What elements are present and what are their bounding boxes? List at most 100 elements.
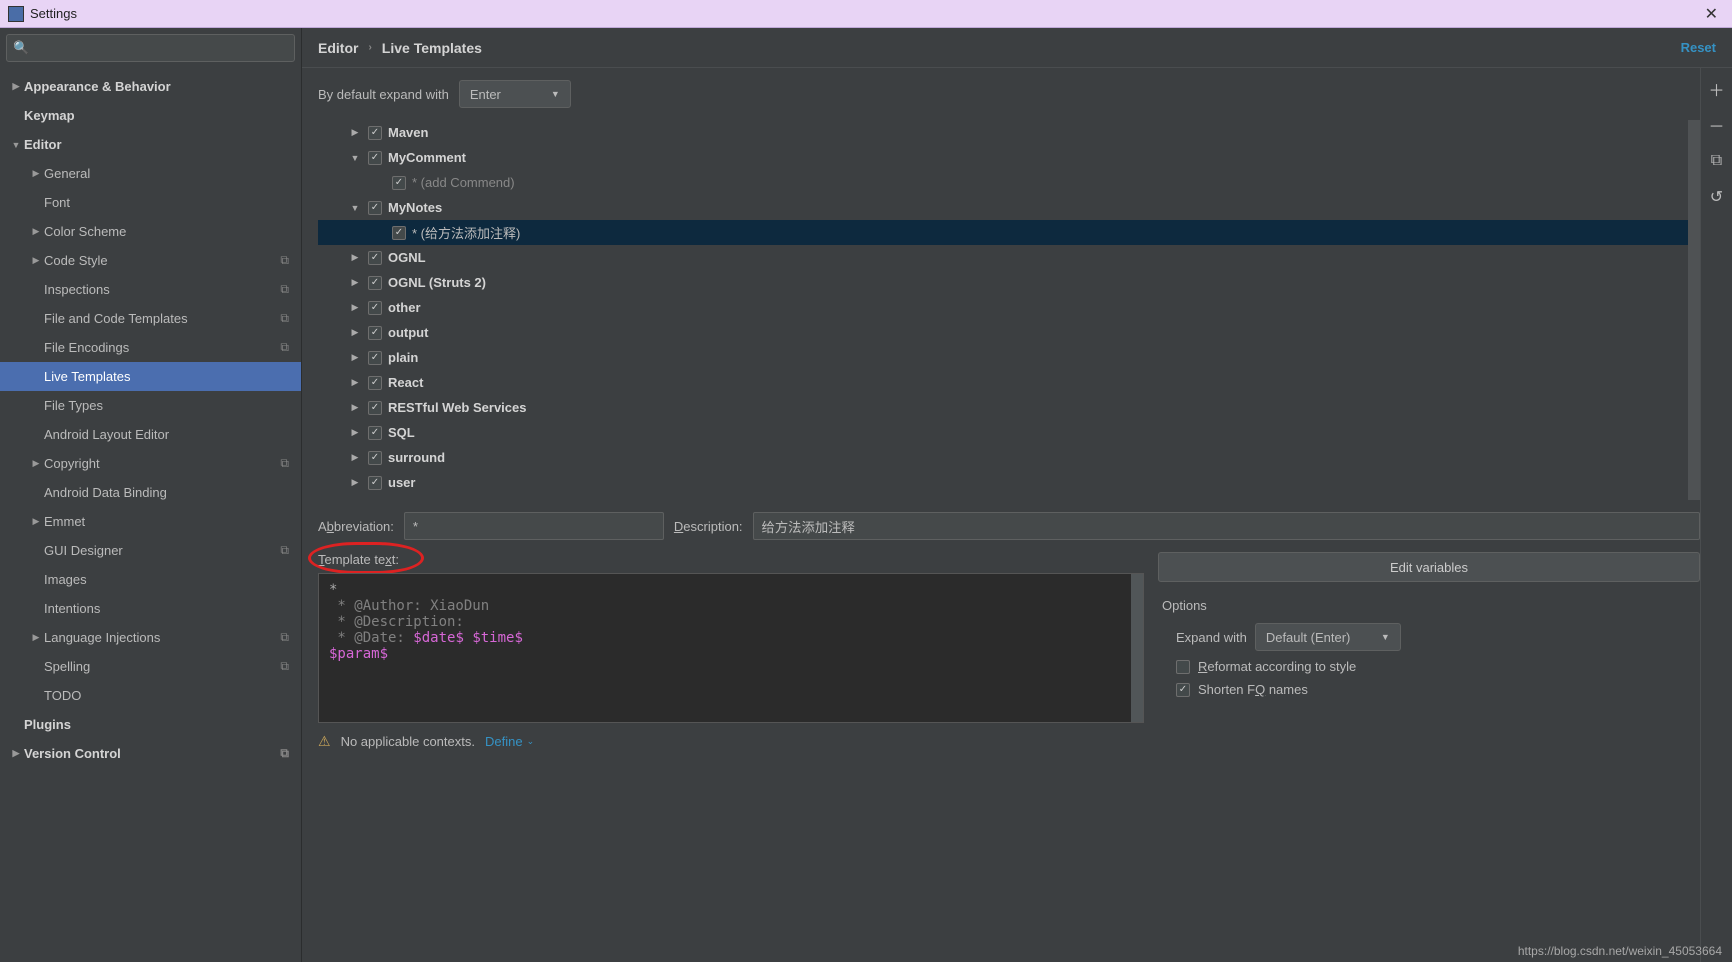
template-label: MyComment: [388, 150, 466, 165]
template-checkbox[interactable]: ✓: [368, 251, 382, 265]
sidebar-item-label: Color Scheme: [44, 224, 126, 239]
abbreviation-input[interactable]: [404, 512, 664, 540]
template-row[interactable]: ▼ ✓ MyNotes: [318, 195, 1688, 220]
expand-dropdown[interactable]: Enter ▼: [459, 80, 571, 108]
sidebar-item[interactable]: ▶Version Control⧉: [0, 739, 301, 768]
template-label: * (给方法添加注释): [412, 223, 520, 242]
template-checkbox[interactable]: ✓: [368, 476, 382, 490]
template-checkbox[interactable]: ✓: [368, 326, 382, 340]
template-row[interactable]: ▶✓output: [318, 320, 1688, 345]
template-row[interactable]: ▶✓RESTful Web Services: [318, 395, 1688, 420]
sidebar-item[interactable]: ▶Appearance & Behavior: [0, 72, 301, 101]
template-label: MyNotes: [388, 200, 442, 215]
sidebar-item[interactable]: File Types: [0, 391, 301, 420]
sidebar-item-label: Font: [44, 195, 70, 210]
sidebar-item-label: File and Code Templates: [44, 311, 188, 326]
template-checkbox[interactable]: ✓: [368, 301, 382, 315]
copy-icon: ⧉: [280, 456, 289, 471]
template-text-editor[interactable]: * * @Author: XiaoDun * @Description: * @…: [318, 573, 1144, 723]
sidebar-item[interactable]: ▶General: [0, 159, 301, 188]
template-checkbox[interactable]: ✓: [392, 176, 406, 190]
restore-button[interactable]: ↺: [1706, 186, 1728, 208]
sidebar-item-label: Intentions: [44, 601, 100, 616]
triangle-icon: ▶: [348, 402, 362, 413]
template-row[interactable]: ▶✓OGNL: [318, 245, 1688, 270]
sidebar-item-label: Editor: [24, 137, 62, 152]
sidebar-item[interactable]: GUI Designer⧉: [0, 536, 301, 565]
template-row[interactable]: ▶✓Maven: [318, 120, 1688, 145]
scrollbar[interactable]: [1688, 120, 1700, 500]
expand-with-dropdown[interactable]: Default (Enter) ▼: [1255, 623, 1401, 651]
crumb-leaf: Live Templates: [382, 40, 482, 56]
edit-variables-button[interactable]: EEdit variablesdit variables: [1158, 552, 1700, 582]
template-row[interactable]: ▶✓other: [318, 295, 1688, 320]
triangle-icon: ▶: [8, 81, 24, 92]
search-icon: 🔍: [13, 40, 29, 56]
reformat-checkbox[interactable]: [1176, 660, 1190, 674]
sidebar-item[interactable]: ▶Emmet: [0, 507, 301, 536]
sidebar-item[interactable]: Font: [0, 188, 301, 217]
shorten-label: Shorten FQ names: [1198, 682, 1308, 697]
template-checkbox[interactable]: ✓: [368, 401, 382, 415]
sidebar-item[interactable]: Intentions: [0, 594, 301, 623]
search-input[interactable]: 🔍: [6, 34, 295, 62]
reset-link[interactable]: Reset: [1681, 40, 1716, 55]
template-checkbox[interactable]: ✓: [368, 351, 382, 365]
template-row[interactable]: ▶✓plain: [318, 345, 1688, 370]
template-row[interactable]: ▶✓React: [318, 370, 1688, 395]
sidebar-item[interactable]: ▶Code Style⧉: [0, 246, 301, 275]
sidebar-item[interactable]: Spelling⧉: [0, 652, 301, 681]
template-checkbox[interactable]: ✓: [368, 201, 382, 215]
define-link[interactable]: Define ⌄: [485, 734, 534, 749]
sidebar-item-label: General: [44, 166, 90, 181]
watermark: https://blog.csdn.net/weixin_45053664: [1518, 944, 1722, 958]
sidebar-item[interactable]: File Encodings⧉: [0, 333, 301, 362]
sidebar-item[interactable]: File and Code Templates ⧉: [0, 304, 301, 333]
sidebar-item[interactable]: Images: [0, 565, 301, 594]
close-icon[interactable]: ✕: [1699, 2, 1724, 26]
description-input[interactable]: [753, 512, 1700, 540]
template-checkbox[interactable]: ✓: [368, 151, 382, 165]
template-row[interactable]: ▶✓user: [318, 470, 1688, 495]
duplicate-button[interactable]: ⧉: [1706, 150, 1728, 172]
template-row[interactable]: ▶✓SQL: [318, 420, 1688, 445]
sidebar-item[interactable]: ▶Copyright⧉: [0, 449, 301, 478]
sidebar-item[interactable]: Keymap: [0, 101, 301, 130]
template-checkbox[interactable]: ✓: [368, 276, 382, 290]
desc-label: Description:: [674, 519, 743, 534]
template-row[interactable]: ✓ * (add Commend): [318, 170, 1688, 195]
editor-scrollbar[interactable]: [1131, 574, 1143, 722]
add-button[interactable]: ＋: [1706, 78, 1728, 100]
sidebar-item[interactable]: Live Templates: [0, 362, 301, 391]
crumb-root[interactable]: Editor: [318, 40, 358, 56]
templates-tree[interactable]: ▶✓Maven▼✓MyComment✓* (add Commend)▼✓MyNo…: [318, 120, 1688, 500]
triangle-icon: ▶: [28, 632, 44, 643]
sidebar-item[interactable]: ▶Language Injections⧉: [0, 623, 301, 652]
template-checkbox[interactable]: ✓: [392, 226, 406, 240]
breadcrumb: Editor › Live Templates: [318, 40, 482, 56]
context-text: No applicable contexts.: [341, 734, 475, 749]
remove-button[interactable]: －: [1706, 114, 1728, 136]
template-checkbox[interactable]: ✓: [368, 426, 382, 440]
template-row[interactable]: ▶✓OGNL (Struts 2): [318, 270, 1688, 295]
sidebar-item[interactable]: ▼Editor: [0, 130, 301, 159]
template-label: * (add Commend): [412, 175, 515, 190]
template-checkbox[interactable]: ✓: [368, 451, 382, 465]
template-row[interactable]: ▼✓MyComment: [318, 145, 1688, 170]
template-label: SQL: [388, 425, 415, 440]
template-row[interactable]: ✓ * (给方法添加注释): [318, 220, 1688, 245]
shorten-checkbox[interactable]: ✓: [1176, 683, 1190, 697]
template-row[interactable]: ▶✓surround: [318, 445, 1688, 470]
triangle-icon: ▼: [348, 203, 362, 213]
triangle-icon: ▼: [8, 140, 24, 150]
template-checkbox[interactable]: ✓: [368, 376, 382, 390]
triangle-icon: ▶: [348, 452, 362, 463]
sidebar-item[interactable]: TODO: [0, 681, 301, 710]
template-checkbox[interactable]: ✓: [368, 126, 382, 140]
sidebar-item[interactable]: ▶Color Scheme: [0, 217, 301, 246]
sidebar-item[interactable]: Android Layout Editor: [0, 420, 301, 449]
sidebar-item[interactable]: Plugins: [0, 710, 301, 739]
sidebar-item[interactable]: Android Data Binding: [0, 478, 301, 507]
sidebar-item[interactable]: Inspections⧉: [0, 275, 301, 304]
copy-icon: ⧉: [280, 311, 289, 326]
